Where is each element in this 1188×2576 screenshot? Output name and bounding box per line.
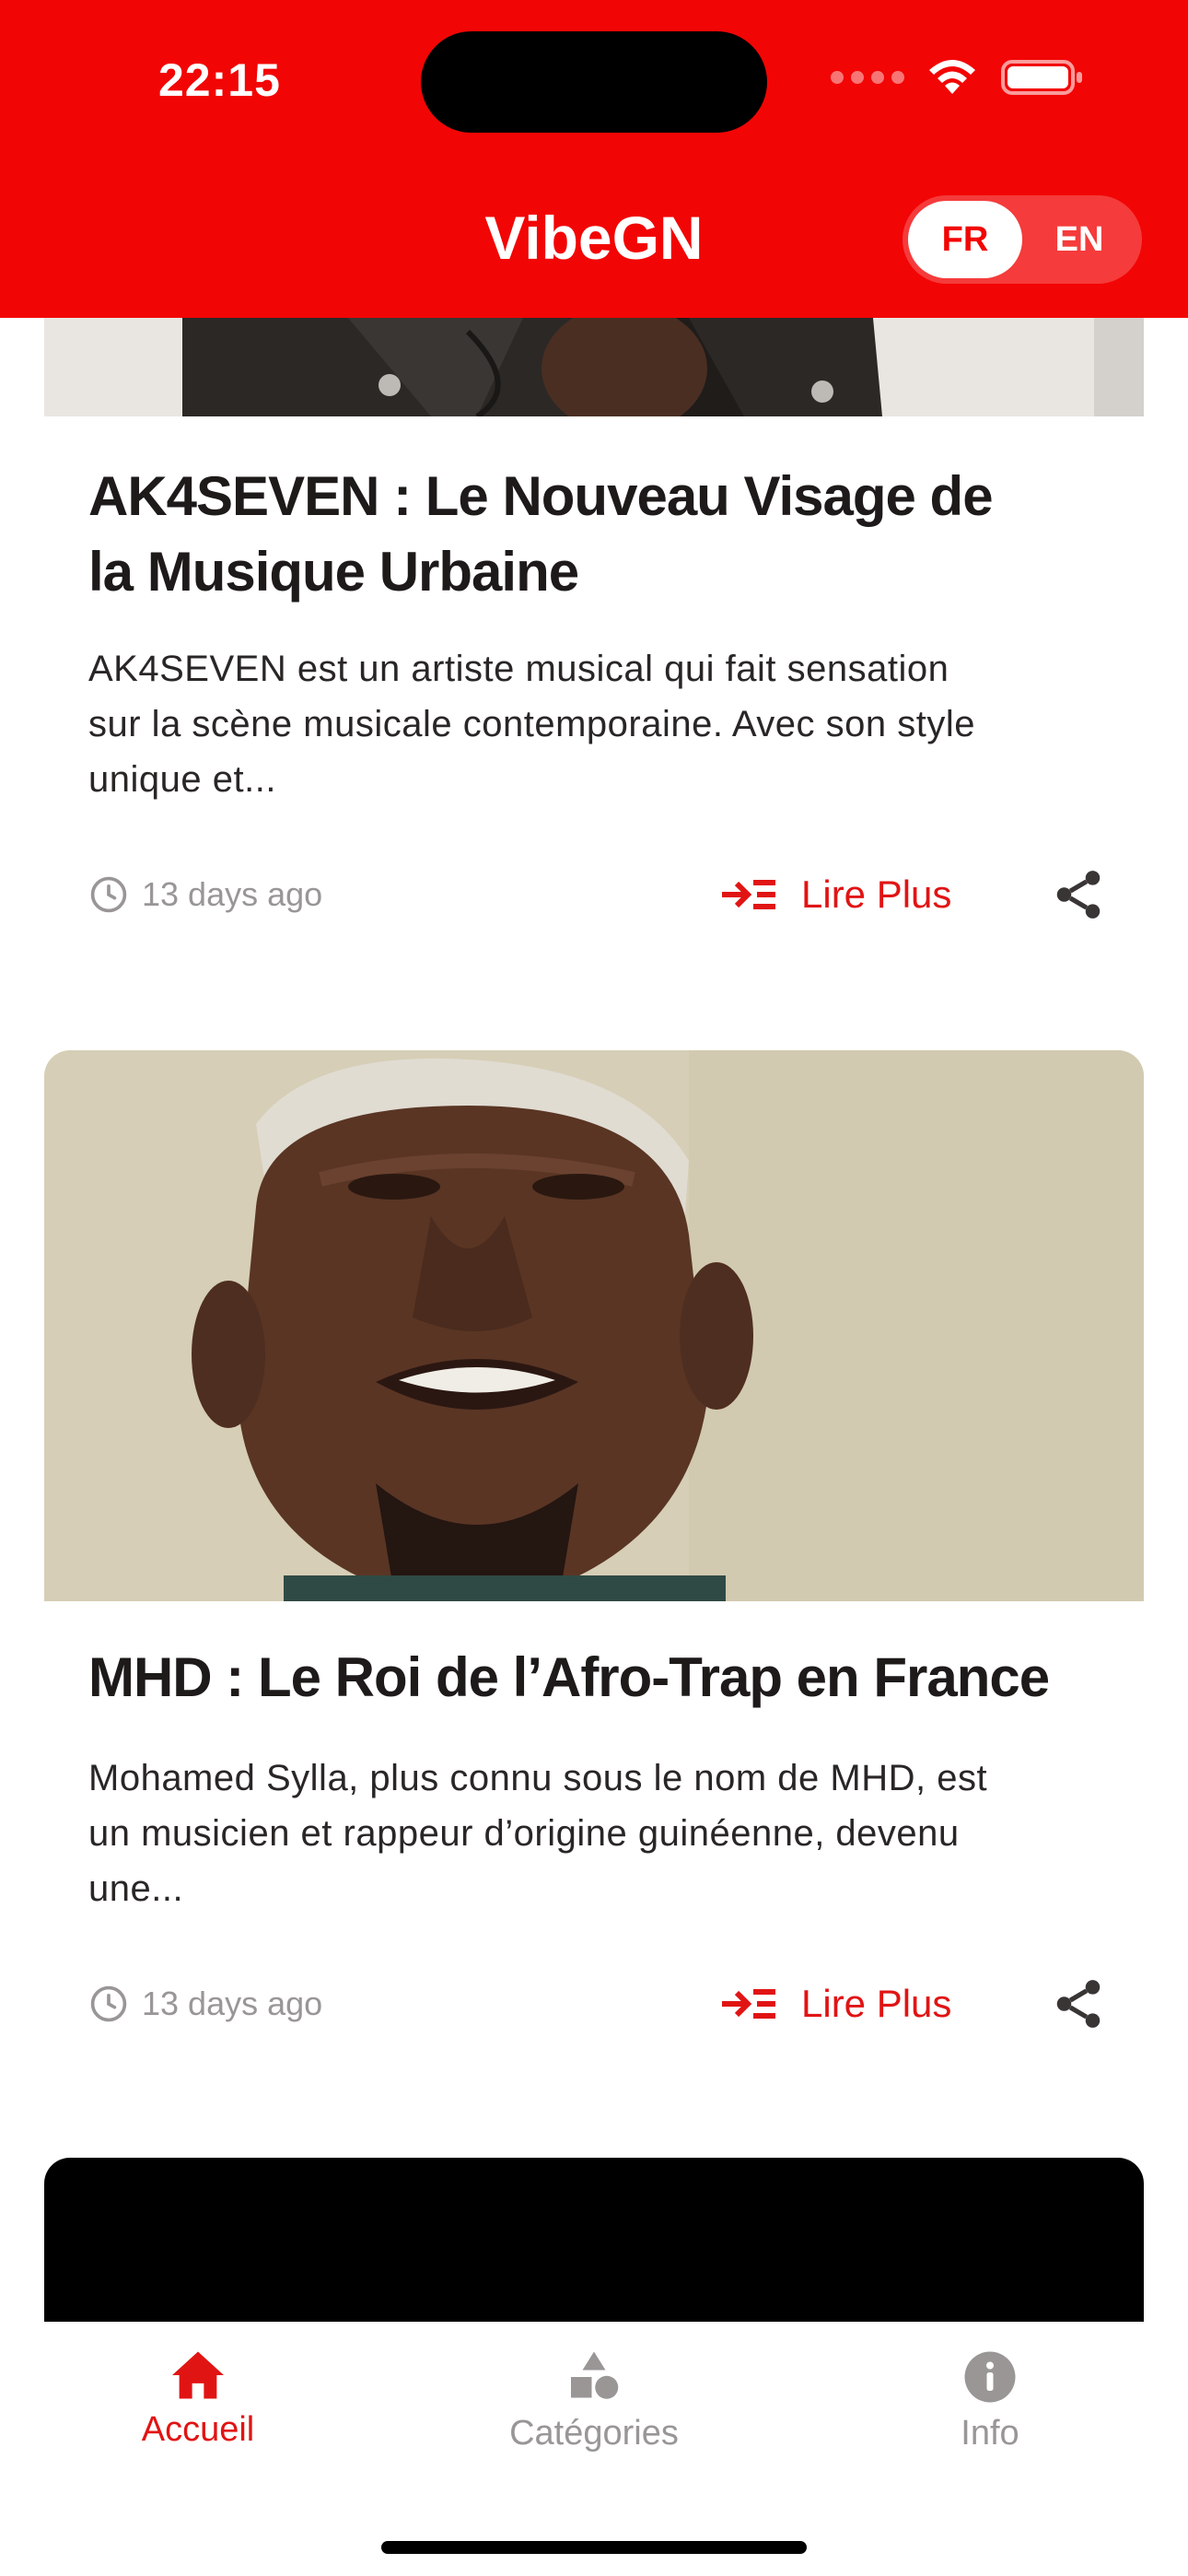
app-header: 22:15 VibeGN FR EN — [0, 0, 1188, 318]
clock-icon — [90, 876, 127, 913]
home-indicator[interactable] — [381, 2541, 807, 2554]
article-card[interactable]: MHD : Le Roi de l’Afro-Trap en France Mo… — [44, 1050, 1144, 2110]
share-icon — [1056, 871, 1101, 919]
tab-label: Info — [961, 2414, 1019, 2453]
share-icon — [1056, 1980, 1101, 2028]
share-button[interactable] — [1046, 1972, 1111, 2036]
tab-info[interactable]: Info — [852, 2349, 1128, 2453]
article-feed[interactable]: AK4SEVEN : Le Nouveau Visage de la Musiq… — [0, 0, 1188, 2322]
article-time: 13 days ago — [88, 874, 322, 915]
shapes-icon — [571, 2351, 619, 2399]
tab-bar: Accueil Catégories Info — [0, 2322, 1188, 2576]
read-more-button[interactable]: Lire Plus — [720, 1982, 951, 2026]
read-more-label: Lire Plus — [801, 872, 952, 916]
article-excerpt: AK4SEVEN est un artiste musical qui fait… — [88, 649, 976, 800]
lang-fr-option[interactable]: FR — [908, 201, 1022, 278]
lang-en-option[interactable]: EN — [1022, 201, 1136, 278]
time-label: 13 days ago — [142, 1985, 323, 2022]
time-label: 13 days ago — [142, 875, 323, 913]
language-toggle[interactable]: FR EN — [903, 195, 1142, 284]
tab-accueil[interactable]: Accueil — [60, 2349, 336, 2450]
info-icon — [964, 2351, 1016, 2403]
clock-icon — [90, 1985, 127, 2022]
tab-label: Catégories — [509, 2414, 679, 2453]
share-button[interactable] — [1046, 862, 1111, 927]
article-card[interactable] — [44, 2158, 1144, 2322]
read-more-icon — [722, 1989, 775, 2019]
status-time: 22:15 — [158, 54, 281, 106]
status-icons — [831, 57, 1085, 98]
wifi-icon — [929, 60, 975, 94]
article-image[interactable] — [44, 1050, 1144, 1601]
battery-icon — [1001, 60, 1082, 95]
read-more-icon — [722, 880, 775, 909]
article-title[interactable]: MHD : Le Roi de l’Afro-Trap en France — [88, 1640, 1120, 1715]
read-more-button[interactable]: Lire Plus — [720, 872, 951, 917]
home-icon — [172, 2351, 224, 2399]
read-more-label: Lire Plus — [801, 1982, 952, 2025]
article-title[interactable]: AK4SEVEN : Le Nouveau Visage de la Musiq… — [88, 459, 1120, 610]
cellular-signal-icon — [831, 71, 904, 84]
tab-label: Accueil — [141, 2410, 255, 2449]
dynamic-island — [421, 31, 767, 133]
tab-categories[interactable]: Catégories — [456, 2349, 732, 2453]
article-image[interactable] — [44, 2158, 1144, 2322]
article-time: 13 days ago — [88, 1984, 322, 2024]
article-excerpt: Mohamed Sylla, plus connu sous le nom de… — [88, 1758, 988, 1909]
